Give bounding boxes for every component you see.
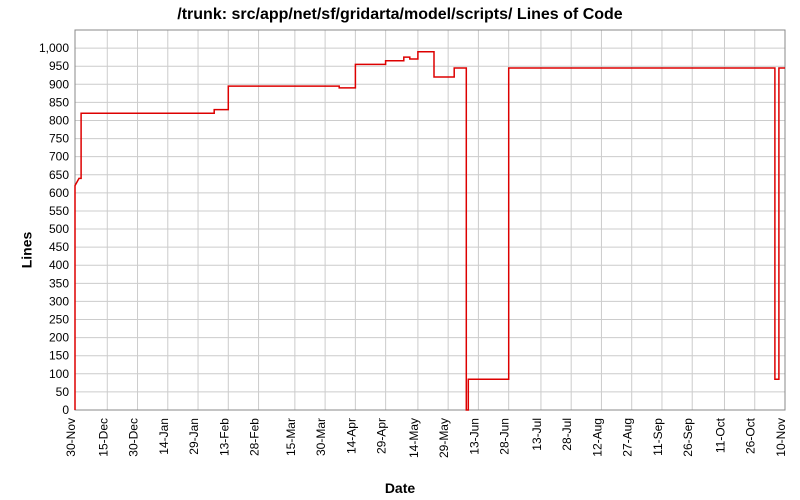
y-tick-label: 950 <box>49 59 69 73</box>
x-tick-label: 11-Sep <box>651 418 665 456</box>
y-tick-label: 600 <box>49 186 69 200</box>
x-tick-label: 28-Jul <box>560 418 574 451</box>
y-tick-label: 150 <box>49 349 69 363</box>
y-tick-label: 200 <box>49 331 69 345</box>
y-tick-label: 0 <box>62 403 69 417</box>
y-tick-label: 800 <box>49 113 69 127</box>
x-tick-label: 30-Mar <box>314 418 328 456</box>
y-tick-label: 350 <box>49 276 69 290</box>
y-tick-label: 700 <box>49 150 69 164</box>
y-tick-label: 900 <box>49 77 69 91</box>
y-tick-label: 100 <box>49 367 69 381</box>
x-tick-label: 10-Nov <box>774 418 788 457</box>
y-tick-label: 850 <box>49 95 69 109</box>
y-tick-label: 50 <box>56 385 70 399</box>
y-tick-label: 300 <box>49 294 69 308</box>
x-axis-label: Date <box>0 480 800 496</box>
x-tick-label: 30-Dec <box>127 418 141 457</box>
chart-title: /trunk: src/app/net/sf/gridarta/model/sc… <box>0 6 800 24</box>
x-tick-label: 30-Nov <box>64 418 78 457</box>
x-tick-label: 27-Aug <box>621 418 635 457</box>
y-tick-label: 1,000 <box>39 41 69 55</box>
x-tick-label: 13-Jun <box>467 418 481 455</box>
x-tick-label: 15-Dec <box>96 418 110 457</box>
y-tick-label: 750 <box>49 132 69 146</box>
x-tick-label: 26-Sep <box>681 418 695 457</box>
x-tick-label: 13-Feb <box>217 418 231 456</box>
y-axis-label: Lines <box>18 232 34 269</box>
x-tick-label: 28-Feb <box>248 418 262 456</box>
x-tick-label: 12-Aug <box>590 418 604 457</box>
y-tick-label: 550 <box>49 204 69 218</box>
x-tick-label: 26-Oct <box>744 417 758 454</box>
y-tick-label: 650 <box>49 168 69 182</box>
y-tick-label: 500 <box>49 222 69 236</box>
x-tick-label: 11-Oct <box>713 417 727 453</box>
y-tick-label: 400 <box>49 258 69 272</box>
y-tick-label: 450 <box>49 240 69 254</box>
x-tick-label: 14-Apr <box>344 418 358 454</box>
x-tick-label: 15-Mar <box>284 418 298 456</box>
x-tick-label: 28-Jun <box>498 418 512 455</box>
chart-container: /trunk: src/app/net/sf/gridarta/model/sc… <box>0 0 800 500</box>
x-tick-label: 13-Jul <box>530 418 544 451</box>
x-tick-label: 29-Jan <box>187 418 201 455</box>
y-tick-label: 250 <box>49 313 69 327</box>
x-tick-label: 14-Jan <box>157 418 171 455</box>
x-tick-label: 29-May <box>437 418 451 458</box>
chart-svg: 0 50 100 150 200 250 300 350 400 450 500 550 600 650 7… <box>0 0 800 500</box>
x-tick-label: 14-May <box>407 418 421 458</box>
x-tick-label: 29-Apr <box>375 418 389 454</box>
